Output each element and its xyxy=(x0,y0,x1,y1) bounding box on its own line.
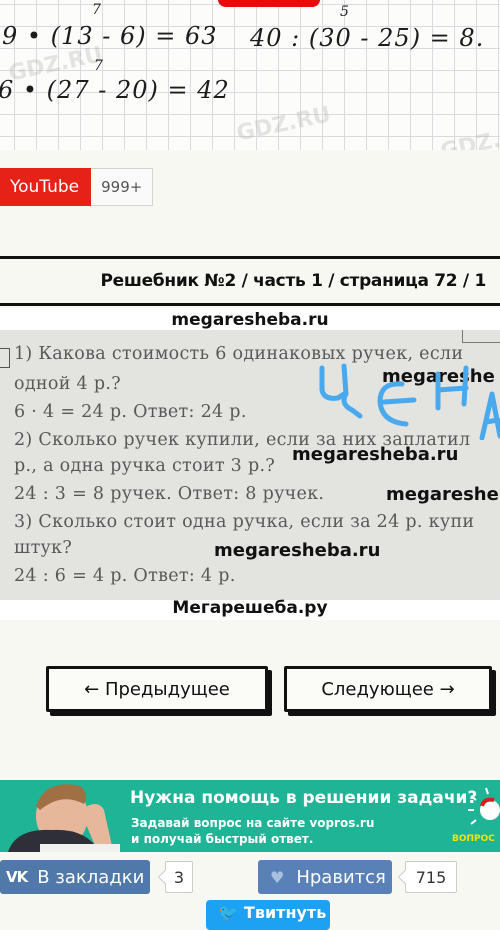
watermark: GDZ.RU xyxy=(438,120,500,150)
site-watermark-top: megaresheba.ru xyxy=(0,308,500,330)
handwritten-equation: 40 : (30 - 25) = 8. xyxy=(250,24,485,52)
next-page-button[interactable]: Следующее → xyxy=(284,666,492,712)
handwritten-annotation xyxy=(319,363,500,440)
youtube-button[interactable]: YouTube xyxy=(0,168,92,206)
scan-text-line: одной 4 р.? xyxy=(14,374,121,394)
ink-stroke xyxy=(319,363,363,419)
ad-logo-text: ВОПРОС xyxy=(452,834,495,844)
scan-text-line: 6 · 4 = 24 р. Ответ: 24 р. xyxy=(14,402,247,422)
previous-page-button[interactable]: ← Предыдущее xyxy=(46,666,268,712)
site-watermark-bottom: Мегарешеба.ру xyxy=(0,600,500,620)
tweet-button[interactable]: 🐦 Твитнуть xyxy=(206,900,330,930)
ad-text: Задавай вопрос на сайте vopros.ru xyxy=(131,816,375,830)
handwritten-equation: 9 • (13 - 6) = 63 xyxy=(2,22,218,50)
twitter-icon: 🐦 xyxy=(218,903,238,922)
handwritten-equation: 6 • (27 - 20) = 42 xyxy=(0,76,230,104)
vk-bookmark-label: В закладки xyxy=(37,866,145,888)
youtube-subscribe[interactable]: YouTube 999+ xyxy=(0,168,154,206)
watermark: GDZ.RU xyxy=(234,102,333,147)
site-watermark: megaresheba.ru xyxy=(292,444,459,465)
tweet-label: Твитнуть xyxy=(243,903,327,922)
scan-frame xyxy=(462,330,500,343)
vk-bookmark-button[interactable]: VK В закладки xyxy=(0,860,150,894)
ink-stroke xyxy=(435,365,469,411)
scan-text-line: 24 : 3 = 8 ручек. Ответ: 8 ручек. xyxy=(14,484,325,504)
page-heading: Решебник №2 / часть 1 / страница 72 / 1 xyxy=(0,256,500,306)
handwritten-note: 5 xyxy=(340,4,350,20)
vk-bookmark-count: 3 xyxy=(165,861,193,893)
breadcrumb: Решебник №2 / часть 1 / страница 72 / 1 xyxy=(100,271,486,291)
vk-icon: VK xyxy=(6,868,28,886)
like-button[interactable]: ♥ Нравится xyxy=(258,860,392,894)
like-label: Нравится xyxy=(296,866,386,888)
like-count: 715 xyxy=(405,861,457,893)
scan-text-line: 3) Сколько стоит одна ручка, если за 24 … xyxy=(14,512,475,532)
handwritten-note: 7 xyxy=(92,2,102,18)
ad-text: и получай быстрый ответ. xyxy=(131,832,314,846)
heart-icon: ♥ xyxy=(270,867,285,887)
scan-text-line: 24 : 6 = 4 р. Ответ: 4 р. xyxy=(14,566,236,586)
ink-stroke xyxy=(377,381,417,427)
video-overlay-bar xyxy=(218,0,320,7)
ad-title: Нужна помощь в решении задачи? xyxy=(130,788,478,808)
ink-stroke xyxy=(479,391,500,440)
site-watermark: megareshe xyxy=(386,484,499,505)
ad-banner[interactable]: Нужна помощь в решении задачи? Задавай в… xyxy=(0,780,500,852)
handwritten-note: 7 xyxy=(94,58,104,74)
site-watermark: megaresheba.ru xyxy=(214,540,381,561)
task-number-box xyxy=(0,348,10,368)
ad-photo xyxy=(8,784,120,852)
scan-text-line: р., а одна ручка стоит 3 р.? xyxy=(14,456,276,476)
scan-text-line: штук? xyxy=(14,538,73,558)
homework-photo: GDZ.RU GDZ.RU GDZ.RU 7 9 • (13 - 6) = 63… xyxy=(0,0,500,150)
youtube-subscriber-count: 999+ xyxy=(91,168,154,206)
